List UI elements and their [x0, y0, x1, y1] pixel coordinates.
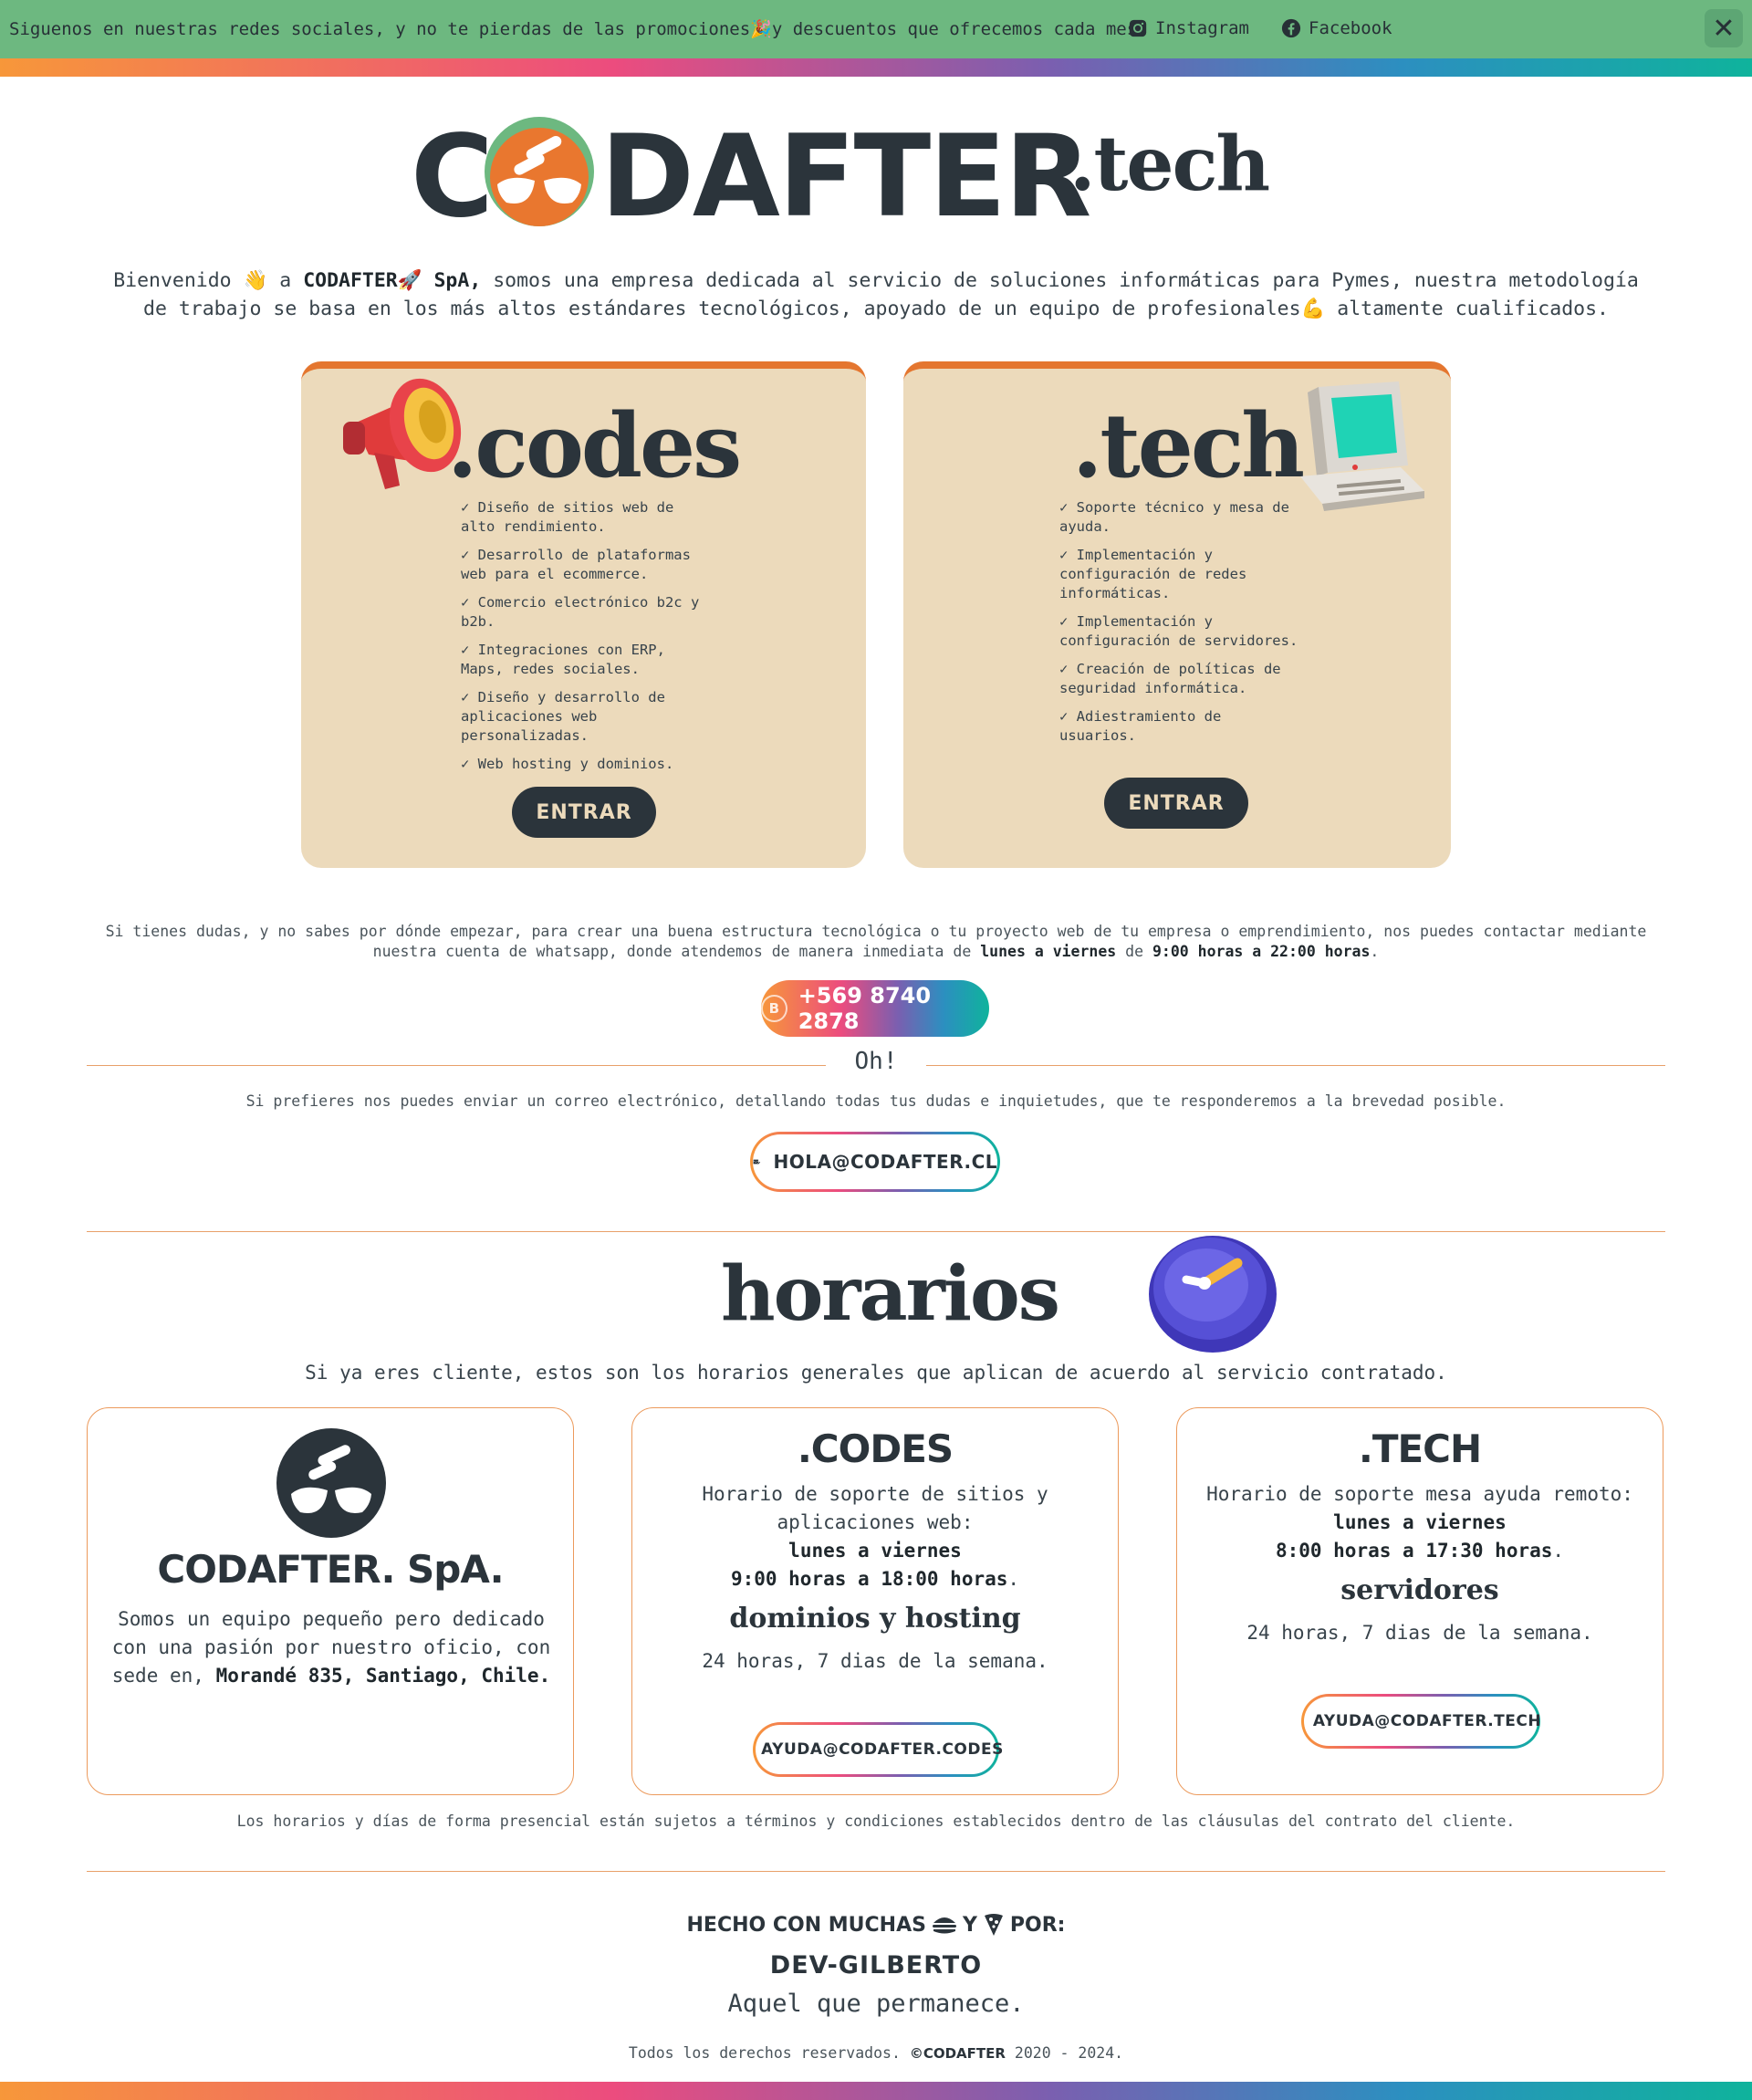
gradient-stripe-top	[0, 58, 1752, 77]
list-item: ✓ Diseño y desarrollo de aplicaciones we…	[461, 689, 665, 744]
instagram-label: Instagram	[1155, 18, 1249, 38]
phone-number: +569 8740 2878	[798, 983, 932, 1034]
list-item: ✓ Diseño de sitios web de alto rendimien…	[461, 499, 674, 535]
tech-title: .tech	[1072, 394, 1305, 497]
burger-icon	[932, 1917, 956, 1934]
logo-wordmark: DAFTER	[600, 111, 1090, 226]
facebook-label: Facebook	[1309, 18, 1392, 38]
codes-schedule-text: Horario de soporte de sitios y aplicacio…	[702, 1483, 1048, 1533]
whatsapp-contact-text: Si tienes dudas, y no sabes por dónde em…	[105, 923, 1647, 960]
clock-icon	[1149, 1236, 1277, 1353]
list-item: ✓ Web hosting y dominios.	[461, 756, 674, 772]
logo-emblem-icon	[485, 117, 594, 226]
company-address: Morandé 835, Santiago, Chile.	[215, 1665, 551, 1687]
tech-schedule-days: lunes a viernes	[1333, 1511, 1507, 1533]
list-item: ✓ Implementación y configuración de serv…	[1059, 613, 1298, 649]
email-hola-button[interactable]: HOLA@CODAFTER.CL	[750, 1132, 1000, 1192]
whatsapp-phone-button[interactable]: B +569 8740 2878	[761, 980, 989, 1037]
codes-service-card: .codes ✓ Diseño de sitios web de alto re…	[301, 361, 866, 868]
codes-support-email-button[interactable]: AYUDA@CODAFTER.CODES	[753, 1722, 1003, 1777]
made-with-line: HECHO CON MUCHAS Y POR:	[686, 1913, 1066, 1937]
wave-emoji-icon: 👋	[243, 269, 268, 292]
facebook-link[interactable]: Facebook	[1281, 18, 1392, 38]
facebook-icon	[1281, 18, 1301, 38]
company-name: CODAFTER. SpA.	[157, 1547, 504, 1592]
copyright-text: Todos los derechos reservados. ©CODAFTER…	[628, 2044, 1124, 2062]
list-item: ✓ Soporte técnico y mesa de ayuda.	[1059, 499, 1289, 535]
list-item: ✓ Implementación y configuración de rede…	[1059, 547, 1247, 601]
codes-title: .codes	[447, 394, 742, 497]
horarios-heading: horarios	[721, 1250, 1060, 1338]
instagram-link[interactable]: Instagram	[1128, 18, 1249, 38]
tech-service-card: .tech ✓ Soporte técnico y mesa de ayuda.…	[903, 361, 1451, 868]
codes-service-list: ✓ Diseño de sitios web de alto rendimien…	[461, 498, 707, 783]
list-item: ✓ Desarrollo de plataformas web para el …	[461, 547, 691, 582]
codafter-emblem-icon	[276, 1428, 386, 1538]
codes-schedule-card: .CODES Horario de soporte de sitios y ap…	[631, 1407, 1119, 1795]
tech-service-list: ✓ Soporte técnico y mesa de ayuda. ✓ Imp…	[1059, 498, 1306, 755]
tech-schedule-title: .TECH	[1358, 1426, 1482, 1471]
list-item: ✓ Creación de políticas de seguridad inf…	[1059, 661, 1281, 696]
list-item: ✓ Comercio electrónico b2c y b2b.	[461, 594, 700, 630]
codafter-tech-logo[interactable]: C DAFTER .tech	[411, 108, 1287, 243]
rocket-emoji-icon: 🚀	[397, 269, 422, 292]
mail-edit-icon	[753, 1159, 761, 1165]
tech-always-text: 24 horas, 7 dias de la semana.	[1246, 1622, 1593, 1644]
horarios-subtitle: Si ya eres cliente, estos son los horari…	[305, 1362, 1447, 1384]
tech-enter-button[interactable]: ENTRAR	[1104, 778, 1248, 829]
codes-always-text: 24 horas, 7 dias de la semana.	[702, 1650, 1048, 1672]
servers-heading: servidores	[1340, 1574, 1499, 1606]
list-item: ✓ Adiestramiento de usuarios.	[1059, 708, 1222, 744]
logo-suffix: .tech	[1069, 120, 1269, 208]
oh-label: Oh!	[826, 1048, 926, 1081]
tech-support-email: AYUDA@CODAFTER.TECH	[1312, 1712, 1542, 1730]
tech-schedule-text: Horario de soporte mesa ayuda remoto:	[1206, 1483, 1633, 1505]
domains-hosting-heading: dominios y hosting	[729, 1603, 1021, 1635]
developer-name[interactable]: DEV-GILBERTO	[639, 1951, 1113, 1980]
instagram-icon	[1129, 19, 1147, 37]
whatsapp-business-icon: B	[761, 995, 787, 1022]
company-card: CODAFTER. SpA. Somos un equipo pequeño p…	[87, 1407, 574, 1795]
tech-schedule-card: .TECH Horario de soporte mesa ayuda remo…	[1176, 1407, 1663, 1795]
pizza-icon	[984, 1914, 1003, 1936]
codes-enter-button[interactable]: ENTRAR	[512, 787, 656, 838]
intro-paragraph: Bienvenido 👋 a CODAFTER🚀 SpA, somos una …	[113, 269, 1639, 320]
muscle-emoji-icon: 💪	[1300, 298, 1326, 320]
email-hola-label: HOLA@CODAFTER.CL	[773, 1151, 997, 1173]
codes-schedule-title: .CODES	[797, 1426, 954, 1471]
divider	[87, 1871, 1665, 1872]
email-contact-text: Si prefieres nos puedes enviar un correo…	[245, 1092, 1507, 1110]
copyright-brand: ©CODAFTER	[909, 2045, 1006, 2062]
footer-motto: Aquel que permanece.	[727, 1990, 1025, 2018]
banner-text: Siguenos en nuestras redes sociales, y n…	[9, 19, 1148, 39]
divider	[87, 1231, 1665, 1232]
close-icon: ✕	[1712, 12, 1736, 45]
retro-computer-icon	[1300, 381, 1424, 511]
tech-schedule-hours: 8:00 horas a 17:30 horas.	[1275, 1540, 1565, 1562]
promo-banner: Siguenos en nuestras redes sociales, y n…	[0, 0, 1752, 58]
close-banner-button[interactable]: ✕	[1705, 9, 1743, 47]
company-description: Somos un equipo pequeño pero dedicado co…	[111, 1608, 551, 1687]
codes-schedule-days: lunes a viernes	[788, 1540, 962, 1562]
list-item: ✓ Integraciones con ERP, Maps, redes soc…	[461, 642, 665, 677]
tech-support-email-button[interactable]: AYUDA@CODAFTER.TECH	[1301, 1694, 1542, 1749]
gradient-stripe-bottom	[0, 2082, 1752, 2100]
schedule-footnote: Los horarios y días de forma presencial …	[236, 1813, 1516, 1830]
codes-support-email: AYUDA@CODAFTER.CODES	[761, 1740, 1004, 1759]
codes-schedule-hours: 9:00 horas a 18:00 horas.	[730, 1568, 1020, 1590]
logo-letter-c: C	[411, 111, 494, 226]
